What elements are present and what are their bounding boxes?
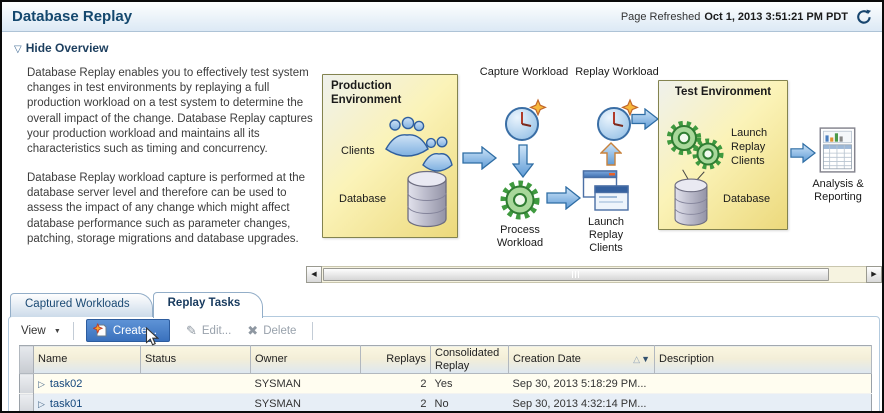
delete-button[interactable]: ✖ Delete xyxy=(247,323,296,339)
table-row-task02[interactable]: ▷ task02 SYSMAN 2 Yes Sep 30, 2013 5:18:2… xyxy=(20,374,872,394)
refresh-icon[interactable] xyxy=(856,9,872,25)
column-header-replays[interactable]: Replays xyxy=(361,346,431,374)
scrollbar-thumb[interactable] xyxy=(323,268,829,281)
arrow-production-to-capture-icon xyxy=(462,146,498,170)
replay-tasks-panel: View ▼ Create... ✎ Edit... ✖ Delete xyxy=(8,316,880,413)
database-replay-page: Database Replay Page RefreshedOct 1, 201… xyxy=(0,0,884,413)
launch-replay-clients-windows-icon xyxy=(582,166,630,214)
edit-button[interactable]: ✎ Edit... xyxy=(186,323,231,339)
creation-date-cell: Sep 30, 2013 4:32:14 PM... xyxy=(509,394,655,413)
pencil-icon: ✎ xyxy=(186,323,197,339)
analysis-reporting-icon xyxy=(818,126,858,174)
database-replay-diagram: Production Environment Clients Database xyxy=(310,64,882,266)
process-workload-gear-icon xyxy=(498,178,542,222)
column-header-creation-date[interactable]: Creation Date △ ▼ xyxy=(509,346,655,374)
collapse-triangle-icon: ▽ xyxy=(14,44,22,55)
toolbar-separator xyxy=(312,322,313,340)
arrow-replay-to-test-icon xyxy=(631,108,659,130)
table-header-row: Name Status Owner Replays Consolidated R… xyxy=(20,346,872,374)
sort-descending-icon[interactable]: ▼ xyxy=(641,354,650,364)
overview-paragraph-1: Database Replay enables you to effective… xyxy=(27,66,317,157)
creation-date-label: Creation Date xyxy=(513,353,633,366)
consolidated-replay-cell: Yes xyxy=(431,374,509,394)
column-header-description[interactable]: Description xyxy=(655,346,872,374)
column-header-name[interactable]: Name xyxy=(34,346,141,374)
chevron-down-icon: ▼ xyxy=(54,328,61,335)
tab-captured-workloads[interactable]: Captured Workloads xyxy=(10,293,153,317)
expand-row-icon[interactable]: ▷ xyxy=(38,379,45,389)
capture-workload-clock-icon xyxy=(502,98,548,144)
column-header-consolidated-replay[interactable]: Consolidated Replay xyxy=(431,346,509,374)
test-database-icon xyxy=(671,177,711,229)
owner-cell: SYSMAN xyxy=(251,394,361,413)
owner-cell: SYSMAN xyxy=(251,374,361,394)
scroll-right-button[interactable]: ▶ xyxy=(866,266,882,283)
edit-label: Edit... xyxy=(202,325,231,337)
process-workload-label: Process Workload xyxy=(482,224,558,250)
row-selector[interactable] xyxy=(20,374,34,394)
diagram-horizontal-scrollbar[interactable]: ◀ ▶ xyxy=(306,266,882,283)
arrow-launch-to-replay-icon xyxy=(600,142,622,166)
scroll-left-button[interactable]: ◀ xyxy=(306,266,322,283)
launch-replay-clients-label: Launch Replay Clients xyxy=(574,216,638,256)
consolidated-replay-cell: No xyxy=(431,394,509,413)
replay-clients-gears-icon xyxy=(663,117,729,175)
replays-cell: 2 xyxy=(361,394,431,413)
task-link[interactable]: task02 xyxy=(50,378,82,390)
status-cell xyxy=(141,374,251,394)
test-environment-box: Test Environment Launch Replay Clients xyxy=(658,80,788,230)
row-selector-header xyxy=(20,346,34,374)
page-header: Database Replay Page RefreshedOct 1, 201… xyxy=(2,2,882,32)
delete-label: Delete xyxy=(263,325,296,337)
overview-description: Database Replay enables you to effective… xyxy=(27,66,317,261)
clients-group-icon xyxy=(383,115,453,173)
view-menu-button[interactable]: View ▼ xyxy=(21,325,61,337)
name-cell: ▷ task01 xyxy=(34,394,141,413)
expand-row-icon[interactable]: ▷ xyxy=(38,399,45,409)
delete-x-icon: ✖ xyxy=(247,323,258,339)
replay-tasks-table: Name Status Owner Replays Consolidated R… xyxy=(19,345,879,413)
arrow-capture-to-process-icon xyxy=(512,144,534,178)
row-selector[interactable] xyxy=(20,394,34,413)
creation-date-cell: Sep 30, 2013 5:18:29 PM... xyxy=(509,374,655,394)
column-header-status[interactable]: Status xyxy=(141,346,251,374)
production-database-icon xyxy=(405,169,449,231)
workload-tabs: Captured Workloads Replay Tasks xyxy=(10,292,263,317)
new-document-icon xyxy=(93,323,108,338)
status-cell xyxy=(141,394,251,413)
test-database-label: Database xyxy=(723,193,770,205)
production-environment-title: Production Environment xyxy=(323,75,457,108)
sort-ascending-icon[interactable]: △ xyxy=(633,354,640,364)
description-cell xyxy=(655,374,872,394)
mouse-cursor xyxy=(145,327,159,347)
table-row-task01[interactable]: ▷ task01 SYSMAN 2 No Sep 30, 2013 4:32:14… xyxy=(20,394,872,413)
replay-tasks-toolbar: View ▼ Create... ✎ Edit... ✖ Delete xyxy=(9,317,879,344)
refresh-timestamp: Oct 1, 2013 3:51:21 PM PDT xyxy=(704,11,848,23)
name-cell: ▷ task02 xyxy=(34,374,141,394)
production-environment-box: Production Environment Clients Database xyxy=(322,74,458,238)
analysis-reporting-label: Analysis & Reporting xyxy=(798,178,878,204)
clients-label: Clients xyxy=(341,145,375,157)
column-header-owner[interactable]: Owner xyxy=(251,346,361,374)
replays-cell: 2 xyxy=(361,374,431,394)
page-refreshed-label: Page RefreshedOct 1, 2013 3:51:21 PM PDT xyxy=(621,11,848,23)
scrollbar-track[interactable] xyxy=(322,266,866,283)
toolbar-separator xyxy=(73,322,74,340)
description-cell xyxy=(655,394,872,413)
production-database-label: Database xyxy=(339,193,386,205)
hide-overview-label: Hide Overview xyxy=(26,41,109,55)
overview-paragraph-2: Database Replay workload capture is perf… xyxy=(27,171,317,247)
task-link[interactable]: task01 xyxy=(50,398,82,410)
test-environment-title: Test Environment xyxy=(659,81,787,100)
replay-workload-label: Replay Workload xyxy=(572,66,662,79)
arrow-test-to-analysis-icon xyxy=(790,142,816,164)
tab-replay-tasks[interactable]: Replay Tasks xyxy=(153,292,264,318)
test-launch-replay-clients-label: Launch Replay Clients xyxy=(731,127,783,168)
view-label: View xyxy=(21,325,46,337)
page-title: Database Replay xyxy=(12,8,132,25)
hide-overview-toggle[interactable]: ▽ Hide Overview xyxy=(14,41,108,55)
arrow-process-to-launch-icon xyxy=(546,186,582,210)
capture-workload-label: Capture Workload xyxy=(478,66,570,79)
refresh-label-text: Page Refreshed xyxy=(621,11,701,23)
